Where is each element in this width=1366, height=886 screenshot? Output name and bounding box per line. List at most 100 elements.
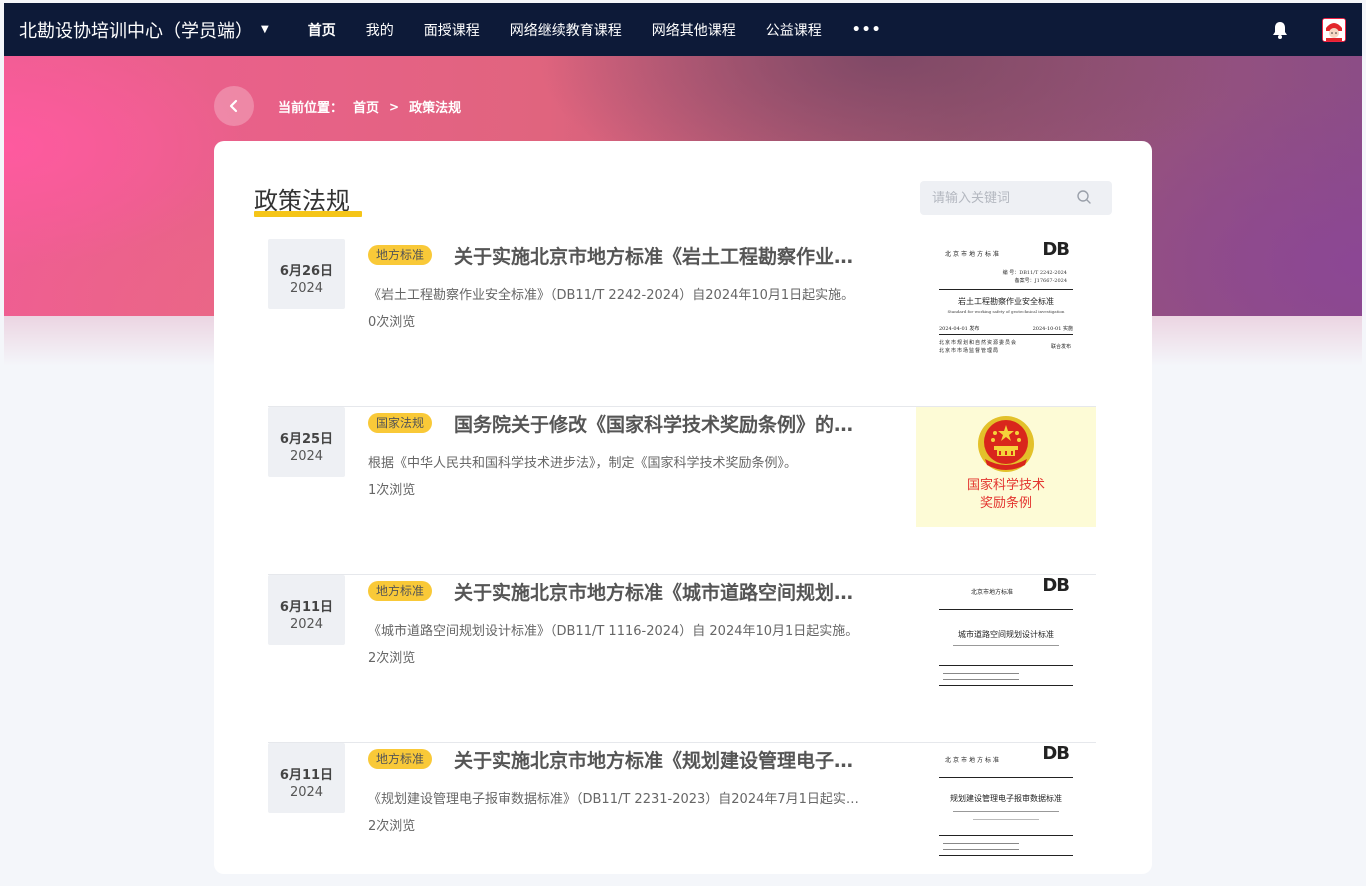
title-underline [254, 211, 362, 217]
gov-cover-line-2: 奖励条例 [979, 496, 1032, 511]
item-description: 《岩土工程勘察作业安全标准》（DB11/T 2242-2024）自2024年10… [368, 288, 855, 303]
bell-icon[interactable] [1270, 20, 1290, 40]
nav-item-face-courses[interactable]: 面授课程 [409, 3, 495, 56]
item-title[interactable]: 关于实施北京市地方标准《规划建设管理电子报审数据标准》的通知 [454, 746, 866, 773]
list-item[interactable]: 6月11日 2024 地方标准 关于实施北京市地方标准《城市道路空间规划设计标准… [268, 575, 1096, 743]
gov-cover-text: 国家科学技术 奖励条例 [967, 477, 1045, 513]
nav-item-home[interactable]: 首页 [293, 3, 351, 56]
db-logo: DB [1042, 743, 1070, 764]
item-thumbnail[interactable]: 北京市地方标准 DB 规划建设管理电子报审数据标准 [916, 743, 1096, 863]
doc-jointly: 联合发布 [1050, 344, 1071, 350]
divider [939, 665, 1073, 666]
doc-dates: 2024-04-01 发布 2024-10-01 实施 [939, 325, 1073, 332]
doc-filing-line: 备案号：J17667-2024 [1014, 278, 1067, 284]
brand-dropdown[interactable]: 北勘设协培训中心（学员端） ▼ [19, 17, 269, 43]
doc-english-name: Standard for working safety of geotechni… [947, 309, 1065, 314]
category-tag: 国家法规 [368, 413, 433, 433]
date-day: 6月11日 [279, 600, 334, 615]
nav-item-online-continuing-education[interactable]: 网络继续教育课程 [495, 3, 637, 56]
date-day: 6月25日 [279, 432, 334, 447]
category-tag: 地方标准 [368, 581, 433, 601]
breadcrumb-current: 政策法规 [409, 101, 462, 116]
date-year: 2024 [289, 449, 324, 464]
divider [953, 811, 1059, 812]
item-title[interactable]: 国务院关于修改《国家科学技术奖励条例》的决定 [454, 410, 866, 437]
doc-number: 编 号：DB11/T 2242-2024 备案号：J17667-2024 [1003, 269, 1067, 285]
item-title[interactable]: 关于实施北京市地方标准《岩土工程勘察作业安全标准》的通知 [454, 242, 866, 269]
content-card: 政策法规 6月26日 2024 地方标准 关于实施北京市地方标准《岩土工程勘察作… [214, 141, 1152, 874]
gov-regulation-cover: 国家科学技术 奖励条例 [916, 407, 1096, 527]
item-description: 《规划建设管理电子报审数据标准》（DB11/T 2231-2023）自2024年… [368, 792, 864, 807]
view-count: 2次浏览 [368, 819, 416, 834]
item-title[interactable]: 关于实施北京市地方标准《城市道路空间规划设计标准》的通知 [454, 578, 866, 605]
date-box: 6月11日 2024 [268, 575, 345, 645]
divider [973, 819, 1039, 820]
divider [939, 855, 1073, 856]
breadcrumb-home-link[interactable]: 首页 [353, 97, 379, 116]
divider [943, 843, 1019, 844]
doc-number-line: 编 号：DB11/T 2242-2024 [1002, 270, 1067, 276]
date-day: 6月11日 [279, 768, 334, 783]
doc-publisher-2: 北京市市场监督管理局 [939, 348, 1000, 354]
item-thumbnail[interactable]: 北京市地方标准 DB 编 号：DB11/T 2242-2024 备案号：J176… [916, 239, 1096, 359]
search-input[interactable] [920, 190, 1070, 206]
breadcrumb: 当前位置： 首页 > 政策法规 [278, 97, 462, 117]
breadcrumb-label: 当前位置： [278, 101, 344, 116]
avatar[interactable] [1322, 17, 1346, 42]
divider [939, 685, 1073, 686]
doc-header: 北京市地方标准 [945, 757, 1002, 764]
nav-item-online-other-courses[interactable]: 网络其他课程 [637, 3, 751, 56]
divider [943, 673, 1019, 674]
divider [939, 609, 1073, 610]
divider [943, 849, 1019, 850]
chevron-down-icon: ▼ [261, 24, 269, 35]
search-box [920, 181, 1112, 215]
date-box: 6月26日 2024 [268, 239, 345, 309]
standard-doc-cover: 北京市地方标准 DB 编 号：DB11/T 2242-2024 备案号：J176… [933, 239, 1079, 359]
doc-name: 岩土工程勘察作业安全标准 [958, 297, 1054, 306]
date-year: 2024 [289, 281, 324, 296]
view-count: 0次浏览 [368, 315, 416, 330]
view-count: 1次浏览 [368, 483, 416, 498]
doc-header: 北京市地方标准 [945, 251, 1002, 258]
more-menu-icon[interactable]: ••• [837, 3, 897, 56]
list-item[interactable]: 6月26日 2024 地方标准 关于实施北京市地方标准《岩土工程勘察作业安全标准… [268, 239, 1096, 407]
divider [939, 777, 1073, 778]
view-count: 2次浏览 [368, 651, 416, 666]
doc-publishers: 北京市规划和自然资源委员会 北京市市场监督管理局 [939, 339, 1017, 355]
item-thumbnail[interactable]: 北京市地方标准 DB 城市道路空间规划设计标准 [916, 575, 1096, 695]
nav-item-public-courses[interactable]: 公益课程 [751, 3, 837, 56]
date-year: 2024 [289, 785, 324, 800]
national-emblem-icon [978, 416, 1034, 472]
divider [953, 645, 1059, 646]
list-item[interactable]: 6月11日 2024 地方标准 关于实施北京市地方标准《规划建设管理电子报审数据… [268, 743, 1096, 874]
item-description: 《城市道路空间规划设计标准》（DB11/T 1116-2024）自 2024年1… [368, 624, 859, 639]
top-navbar: 北勘设协培训中心（学员端） ▼ 首页 我的 面授课程 网络继续教育课程 网络其他… [4, 3, 1362, 56]
nav-item-mine[interactable]: 我的 [351, 3, 409, 56]
breadcrumb-separator: > [389, 99, 400, 114]
list-item[interactable]: 6月25日 2024 国家法规 国务院关于修改《国家科学技术奖励条例》的决定 根… [268, 407, 1096, 575]
item-thumbnail[interactable]: 国家科学技术 奖励条例 [916, 407, 1096, 527]
doc-issued: 2024-04-01 发布 [939, 326, 980, 332]
search-icon[interactable] [1076, 189, 1092, 205]
date-day: 6月26日 [279, 264, 334, 279]
doc-name: 城市道路空间规划设计标准 [958, 630, 1054, 639]
standard-doc-cover: 北京市地方标准 DB 城市道路空间规划设计标准 [933, 575, 1079, 695]
db-logo: DB [1042, 575, 1070, 596]
doc-header: 北京市地方标准 [971, 589, 1014, 596]
item-description: 根据《中华人民共和国科学技术进步法》，制定《国家科学技术奖励条例》。 [368, 456, 798, 471]
chevron-left-icon [229, 99, 238, 113]
divider [939, 835, 1073, 836]
doc-publisher-1: 北京市规划和自然资源委员会 [939, 340, 1018, 346]
doc-name: 规划建设管理电子报审数据标准 [950, 794, 1062, 803]
avatar-icon [1323, 18, 1345, 41]
back-button[interactable] [214, 86, 254, 126]
standard-doc-cover: 北京市地方标准 DB 规划建设管理电子报审数据标准 [933, 743, 1079, 863]
category-tag: 地方标准 [368, 749, 433, 769]
topbar-right [1270, 17, 1362, 42]
db-logo: DB [1042, 239, 1070, 260]
divider [939, 334, 1073, 335]
date-year: 2024 [289, 617, 324, 632]
date-box: 6月11日 2024 [268, 743, 345, 813]
divider [939, 289, 1073, 290]
